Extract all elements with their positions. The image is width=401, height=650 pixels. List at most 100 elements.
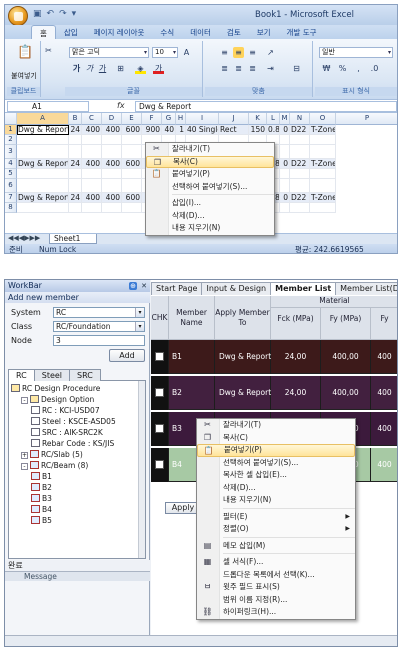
tree-node[interactable]: Rebar Code : KS/JIS: [31, 439, 114, 449]
collapse-icon[interactable]: -: [21, 463, 28, 470]
grid-cell[interactable]: 1: [176, 125, 186, 135]
grid-cell[interactable]: [102, 135, 122, 145]
grid-cell[interactable]: [290, 179, 310, 193]
align-middle-icon[interactable]: ≡: [233, 47, 244, 58]
workbar-tab[interactable]: Steel: [33, 369, 71, 381]
grid-cell[interactable]: D22: [290, 193, 310, 203]
menu-item[interactable]: 필터(E) ▶: [197, 511, 355, 524]
bold-icon[interactable]: 가: [71, 63, 82, 74]
menu-item[interactable]: 삭제(D)...: [197, 482, 355, 495]
pin-icon[interactable]: ⊕: [129, 282, 137, 290]
grid-cell[interactable]: [310, 179, 336, 193]
grid-cell[interactable]: [102, 179, 122, 193]
tree-node[interactable]: B2: [31, 483, 52, 493]
grid-cell[interactable]: [310, 203, 336, 213]
percent-icon[interactable]: %: [337, 63, 348, 74]
tree-node[interactable]: Steel : KSCE-ASD05: [31, 417, 116, 427]
grid-cell[interactable]: Dwg & Report: [17, 159, 69, 169]
grid-cell[interactable]: 400: [102, 125, 122, 135]
menu-item[interactable]: 삽입(I)...: [146, 197, 274, 210]
sheet-tab[interactable]: Sheet1: [49, 234, 97, 244]
grid-cell[interactable]: [69, 145, 82, 159]
grid-cell[interactable]: [290, 169, 310, 179]
design-tree[interactable]: RC Design Procedure - Design Option RC : KC…: [8, 381, 146, 559]
row-header[interactable]: 4: [5, 159, 17, 169]
grid-cell[interactable]: [82, 145, 102, 159]
grid-cell[interactable]: [102, 169, 122, 179]
row-checkbox[interactable]: [155, 424, 164, 433]
grid-cell[interactable]: [69, 179, 82, 193]
column-header[interactable]: A: [17, 113, 69, 125]
column-header[interactable]: O: [310, 113, 336, 125]
row-checkbox[interactable]: [155, 460, 164, 469]
ribbon-tab[interactable]: 보기: [249, 25, 279, 39]
column-header[interactable]: D: [102, 113, 122, 125]
document-tab[interactable]: Input & Design: [201, 282, 272, 295]
column-header[interactable]: K: [249, 113, 267, 125]
grid-cell[interactable]: T-Zone: [310, 193, 336, 203]
add-button[interactable]: Add: [109, 349, 145, 362]
grid-cell[interactable]: 900: [142, 125, 162, 135]
column-header[interactable]: G: [162, 113, 176, 125]
fill-color-icon[interactable]: ◈: [135, 63, 146, 74]
expand-icon[interactable]: +: [21, 452, 28, 459]
grid-cell[interactable]: Rect: [219, 125, 249, 135]
grid-cell[interactable]: [102, 145, 122, 159]
office-button[interactable]: [8, 6, 28, 26]
grid-cell[interactable]: [290, 145, 310, 159]
row-checkbox[interactable]: [155, 388, 164, 397]
column-header[interactable]: M: [280, 113, 290, 125]
chevron-down-icon[interactable]: ▾: [135, 322, 144, 331]
tree-node[interactable]: B1: [31, 472, 52, 482]
ribbon-tab[interactable]: 데이터: [182, 25, 219, 39]
ribbon-tab[interactable]: 삽입: [56, 25, 86, 39]
align-top-icon[interactable]: ≡: [219, 47, 230, 58]
menu-item[interactable]: 정렬(O) ▶: [197, 523, 355, 536]
column-header[interactable]: B: [69, 113, 82, 125]
grid-cell[interactable]: [280, 179, 290, 193]
member-name-cell[interactable]: B1: [169, 340, 215, 374]
table-row[interactable]: B1 Dwg & Report 24,00 400,00 400: [151, 340, 397, 374]
grid-cell[interactable]: 600: [122, 159, 142, 169]
column-header[interactable]: P: [336, 113, 397, 125]
row-checkbox[interactable]: [155, 352, 164, 361]
grid-cell[interactable]: [82, 135, 102, 145]
row-header[interactable]: 5: [5, 169, 17, 179]
font-size-combo[interactable]: 10: [152, 47, 178, 58]
insert-function-icon[interactable]: fx: [117, 101, 125, 110]
paste-icon[interactable]: 📋: [17, 45, 33, 61]
grid-cell[interactable]: [69, 135, 82, 145]
fys-cell[interactable]: 400: [371, 412, 397, 446]
collapse-icon[interactable]: -: [21, 397, 28, 404]
grid-cell[interactable]: T-Zone: [310, 125, 336, 135]
menu-item[interactable]: ❐ 복사(C): [146, 155, 274, 168]
class-select[interactable]: RC/Foundation ▾: [53, 321, 145, 332]
grid-cell[interactable]: 24: [69, 125, 82, 135]
grid-cell[interactable]: [17, 169, 69, 179]
row-header[interactable]: 8: [5, 203, 17, 213]
grid-cell[interactable]: 400: [82, 125, 102, 135]
close-icon[interactable]: ✕: [140, 282, 148, 290]
grid-cell[interactable]: [280, 135, 290, 145]
grid-cell[interactable]: 40: [162, 125, 176, 135]
column-header[interactable]: N: [290, 113, 310, 125]
menu-item[interactable]: ⛓ 하이퍼링크(H)...: [197, 606, 355, 619]
menu-item[interactable]: 드롭다운 목록에서 선택(K)...: [197, 569, 355, 582]
formula-input[interactable]: Dwg & Report: [135, 101, 397, 112]
grid-cell[interactable]: 0.8: [267, 125, 280, 135]
select-all-corner[interactable]: [5, 113, 17, 125]
tree-node[interactable]: B5: [31, 516, 52, 526]
currency-icon[interactable]: ₩: [321, 63, 332, 74]
document-tab[interactable]: Member List: [270, 282, 337, 295]
grid-cell[interactable]: [17, 203, 69, 213]
column-header[interactable]: H: [176, 113, 186, 125]
grid-cell[interactable]: [290, 135, 310, 145]
ribbon-tab[interactable]: 검토: [219, 25, 249, 39]
menu-item[interactable]: ▦ 셀 서식(F)...: [197, 556, 355, 569]
menu-item[interactable]: ✂ 잘라내기(T): [146, 143, 274, 156]
column-header[interactable]: I: [186, 113, 219, 125]
column-header[interactable]: L: [267, 113, 280, 125]
italic-icon[interactable]: 가: [84, 63, 95, 74]
grid-cell[interactable]: [310, 169, 336, 179]
grid-cell[interactable]: [122, 169, 142, 179]
